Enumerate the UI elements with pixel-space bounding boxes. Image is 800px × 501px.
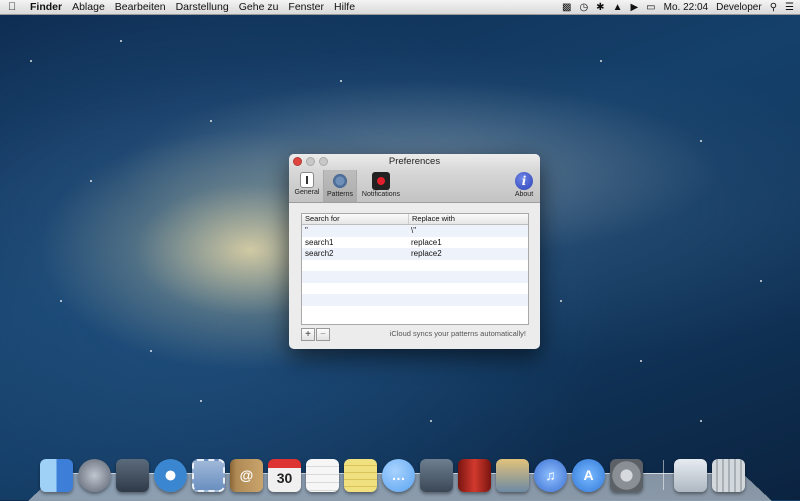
app-store-icon[interactable]: A (572, 459, 605, 492)
messages-icon[interactable]: … (382, 459, 415, 492)
menu-finder[interactable]: Finder (30, 1, 62, 13)
table-body: " \" search1 replace1 search2 replace2 (302, 225, 528, 317)
menu-bearbeiten[interactable]: Bearbeiten (115, 1, 166, 13)
cell-search[interactable]: " (302, 225, 408, 237)
itunes-icon[interactable]: ♫ (534, 459, 567, 492)
iphoto-icon[interactable] (496, 459, 529, 492)
table-row[interactable]: search1 replace1 (302, 236, 528, 249)
star (200, 400, 202, 402)
wifi-icon[interactable]: ▲ (613, 2, 623, 13)
star (430, 420, 432, 422)
menu-bar:  Finder Ablage Bearbeiten Darstellung G… (0, 0, 800, 15)
calendar-icon[interactable]: 30 (268, 459, 301, 492)
facetime-icon[interactable] (420, 459, 453, 492)
info-icon: i (515, 172, 533, 190)
add-pattern-button[interactable]: + (301, 328, 315, 341)
cell-replace[interactable]: replace2 (408, 248, 528, 260)
star (150, 350, 152, 352)
apple-menu-icon[interactable]:  (8, 1, 22, 13)
star (600, 60, 602, 62)
star (760, 280, 762, 282)
menu-hilfe[interactable]: Hilfe (334, 1, 355, 13)
star (700, 140, 702, 142)
menu-extras: ▩ ◷ ✱ ▲ ▶ ▭ Mo. 22:04 Developer ⚲ ☰ (554, 0, 794, 14)
general-icon (300, 172, 314, 188)
star (640, 360, 642, 362)
downloads-stack-icon[interactable] (674, 459, 707, 492)
remove-pattern-button[interactable]: − (316, 328, 330, 341)
menu-darstellung[interactable]: Darstellung (176, 1, 229, 13)
window-title: Preferences (388, 156, 441, 167)
tab-notifications-label: Notifications (361, 191, 401, 198)
dock-separator (663, 460, 664, 490)
cell-search[interactable]: search1 (302, 237, 408, 249)
menu-clock[interactable]: Mo. 22:04 (664, 2, 708, 13)
cell-replace[interactable]: replace1 (408, 237, 528, 249)
record-icon (372, 172, 390, 190)
trash-icon[interactable] (712, 459, 745, 492)
tab-general-label: General (294, 189, 320, 196)
mission-control-icon[interactable] (116, 459, 149, 492)
empty-row (302, 294, 528, 306)
empty-row (302, 260, 528, 272)
preferences-window: Preferences General Patterns Notificatio… (289, 154, 540, 349)
table-row[interactable]: search2 replace2 (302, 248, 528, 260)
status-app-icon[interactable]: ▩ (562, 2, 571, 13)
mail-stamp-icon[interactable] (192, 459, 225, 492)
spotlight-icon[interactable]: ⚲ (770, 2, 777, 13)
star (90, 180, 92, 182)
star (210, 120, 212, 122)
empty-row (302, 283, 528, 295)
star (700, 420, 702, 422)
cell-replace[interactable]: \" (408, 225, 528, 237)
photo-booth-icon[interactable] (458, 459, 491, 492)
table-row[interactable]: " \" (302, 225, 528, 237)
star (120, 40, 122, 42)
menu-user[interactable]: Developer (716, 2, 762, 13)
tab-about[interactable]: i About (511, 170, 537, 202)
reminders-icon[interactable] (306, 459, 339, 492)
volume-icon[interactable]: ▶ (630, 2, 638, 13)
table-header: Search for Replace with (302, 214, 528, 225)
menu-ablage[interactable]: Ablage (72, 1, 105, 13)
dock: @ 30 … ♫ A (40, 452, 750, 492)
menu-gehe-zu[interactable]: Gehe zu (239, 1, 279, 13)
empty-row (302, 306, 528, 318)
toolbar: General Patterns Notifications i About (289, 170, 540, 203)
star (30, 60, 32, 62)
empty-row (302, 271, 528, 283)
notification-center-icon[interactable]: ☰ (785, 2, 794, 13)
title-bar[interactable]: Preferences (289, 154, 540, 170)
column-header-search[interactable]: Search for (302, 214, 409, 224)
cell-search[interactable]: search2 (302, 248, 408, 260)
tab-notifications[interactable]: Notifications (359, 170, 403, 202)
bluetooth-icon[interactable]: ✱ (596, 2, 604, 13)
finder-icon[interactable] (40, 459, 73, 492)
menu-fenster[interactable]: Fenster (288, 1, 324, 13)
safari-icon[interactable] (154, 459, 187, 492)
star (60, 300, 62, 302)
launchpad-icon[interactable] (78, 459, 111, 492)
tab-general[interactable]: General (293, 170, 321, 202)
column-header-replace[interactable]: Replace with (409, 214, 528, 224)
star (560, 300, 562, 302)
star (340, 80, 342, 82)
notes-icon[interactable] (344, 459, 377, 492)
contacts-icon[interactable]: @ (230, 459, 263, 492)
tab-patterns[interactable]: Patterns (323, 170, 357, 202)
patterns-pane: Search for Replace with " \" search1 rep… (289, 203, 540, 349)
gear-icon (331, 172, 349, 190)
icloud-sync-note: iCloud syncs your patterns automatically… (389, 329, 526, 338)
patterns-table[interactable]: Search for Replace with " \" search1 rep… (301, 213, 529, 325)
battery-icon[interactable]: ▭ (646, 2, 655, 13)
system-preferences-icon[interactable] (610, 459, 643, 492)
tab-patterns-label: Patterns (326, 191, 354, 198)
tab-about-label: About (514, 191, 534, 198)
time-machine-icon[interactable]: ◷ (579, 2, 588, 13)
